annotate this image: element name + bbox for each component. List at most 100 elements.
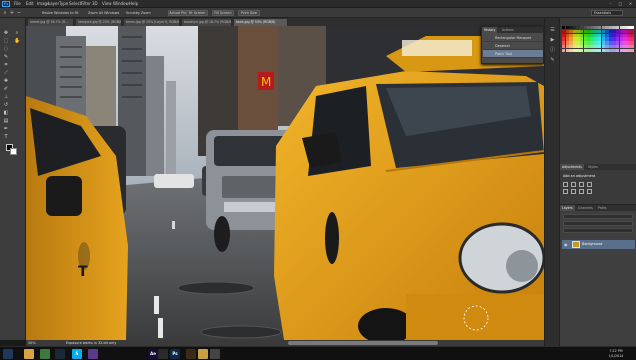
layers-panel: Layers Channels Paths ◉ Background [560, 204, 636, 346]
system-clock[interactable]: 7:22 PM 1/1/2014 [598, 349, 634, 359]
itunes-icon[interactable] [88, 349, 98, 359]
pen-tool-icon[interactable]: ✒ [3, 126, 9, 132]
maximize-button[interactable]: □ [616, 1, 625, 7]
blend-mode-select[interactable] [563, 221, 633, 226]
minimize-button[interactable]: – [606, 1, 615, 7]
vibrance-icon[interactable] [563, 189, 568, 194]
tab-brooklyn[interactable]: brooklyn.jpg @ 16.7% (RGB/8) [182, 19, 232, 26]
tab-street[interactable]: street.jpg @ 16.7% (R... [28, 19, 74, 26]
scrubby-zoom-checkbox[interactable]: Scrubby Zoom [126, 10, 151, 16]
eraser-tool-icon[interactable]: ◧ [3, 110, 9, 116]
zoom-tool-icon[interactable]: ⌕ [14, 30, 20, 36]
options-bar: ⌕ + − Resize Windows to Fit Zoom All Win… [0, 8, 636, 18]
skype-icon[interactable]: S [72, 349, 82, 359]
zoom-out-icon[interactable]: − [16, 10, 22, 16]
menu-window[interactable]: Window [113, 1, 129, 7]
print-size-button[interactable]: Print Size [238, 10, 260, 16]
toolbox: ✥ ⬚ ◌ ✎ ⌗ ⟋ ✚ ✐ ⊥ ↺ ◧ ▤ ✒ T ⌕ ✋ [0, 18, 26, 340]
tab-layers[interactable]: Layers [560, 205, 575, 211]
color-balance-icon[interactable] [579, 189, 584, 194]
history-panel-icon[interactable]: ☰ [548, 26, 557, 34]
hue-saturation-icon[interactable] [571, 189, 576, 194]
menu-view[interactable]: View [102, 1, 112, 7]
fill-screen-button[interactable]: Fill Screen [212, 10, 234, 16]
zoom-all-windows-checkbox[interactable]: Zoom All Windows [88, 10, 119, 16]
tab-taxis[interactable]: taxis.jpg @ 50% (RGB/8) [234, 19, 288, 26]
tab-adjustments[interactable]: Adjustments [560, 164, 584, 170]
menu-help[interactable]: Help [129, 1, 138, 7]
lock-options[interactable] [563, 228, 633, 233]
media-icon[interactable] [210, 349, 220, 359]
brush-tool-icon[interactable]: ✐ [3, 86, 9, 92]
menu-filter[interactable]: Filter [81, 1, 91, 7]
document-tabs: street.jpg @ 16.7% (R... newyork.jpg @ 2… [26, 18, 544, 26]
color-swatch[interactable] [630, 48, 634, 53]
after-effects-icon[interactable]: Ae [148, 349, 158, 359]
tab-times[interactable]: times.jpg @ 25% (Layer 0, RGB/8) [124, 19, 180, 26]
history-item[interactable]: Deselect [483, 42, 543, 50]
start-icon[interactable] [3, 349, 13, 359]
history-brush-tool-icon[interactable]: ↺ [3, 102, 9, 108]
gradient-tool-icon[interactable]: ▤ [3, 118, 9, 124]
horizontal-scrollbar[interactable] [288, 341, 438, 345]
crop-tool-icon[interactable]: ⌗ [3, 62, 9, 68]
history-panel-tabs: History Actions [482, 27, 543, 33]
bridge-icon[interactable] [186, 349, 196, 359]
menu-layer[interactable]: Layer [48, 1, 59, 7]
layer-row[interactable]: ◉ Background [562, 240, 635, 249]
menu-type[interactable]: Type [59, 1, 68, 7]
actions-panel-icon[interactable]: ▶ [548, 36, 557, 44]
tab-newyork[interactable]: newyork.jpg @ 25% (RGB/8) [76, 19, 122, 26]
eyedropper-tool-icon[interactable]: ⟋ [3, 70, 9, 76]
workspace-dropdown[interactable]: Essentials [591, 10, 623, 16]
close-button[interactable]: ✕ [626, 1, 635, 7]
adjustments-tabs: Adjustments Styles [560, 164, 636, 170]
resize-windows-checkbox[interactable]: Resize Windows to Fit [42, 10, 79, 16]
lasso-tool-icon[interactable]: ◌ [3, 46, 9, 52]
properties-panel-icon[interactable]: ⓘ [548, 46, 557, 54]
steam-icon[interactable] [55, 349, 65, 359]
menu-3d[interactable]: 3D [92, 1, 98, 7]
tab-paths[interactable]: Paths [596, 205, 609, 211]
history-item[interactable]: Rectangular Marquee [483, 34, 543, 42]
zoom-tool-icon[interactable]: ⌕ [2, 10, 8, 16]
background-color-swatch[interactable] [10, 148, 17, 155]
fit-screen-button[interactable]: Fit Screen [186, 10, 208, 16]
menu-file[interactable]: File [14, 1, 21, 7]
exposure-icon[interactable] [587, 182, 592, 187]
quick-select-tool-icon[interactable]: ✎ [3, 54, 9, 60]
swatches-panel[interactable] [562, 26, 635, 54]
menu-edit[interactable]: Edit [26, 1, 34, 7]
folder-icon[interactable] [198, 349, 208, 359]
brush-panel-icon[interactable]: ✎ [548, 56, 557, 64]
hand-tool-icon[interactable]: ✋ [14, 38, 20, 44]
type-tool-icon[interactable]: T [3, 134, 9, 140]
black-white-icon[interactable] [587, 189, 592, 194]
tab-styles[interactable]: Styles [586, 164, 600, 170]
history-item-selected[interactable]: Patch Tool [483, 50, 543, 58]
eye-icon[interactable]: ◉ [564, 240, 568, 249]
curves-icon[interactable] [579, 182, 584, 187]
chrome-icon[interactable] [40, 349, 50, 359]
tab-actions[interactable]: Actions [500, 27, 516, 33]
history-panel: History Actions Rectangular Marquee Dese… [481, 26, 544, 64]
brightness-icon[interactable] [563, 182, 568, 187]
dreamweaver-icon[interactable] [158, 349, 168, 359]
right-panels: Adjustments Styles Add an adjustment Lay… [559, 18, 636, 346]
tab-history[interactable]: History [482, 27, 498, 33]
layer-filter[interactable] [563, 214, 633, 219]
marquee-tool-icon[interactable]: ⬚ [3, 38, 9, 44]
move-tool-icon[interactable]: ✥ [3, 30, 9, 36]
zoom-in-icon[interactable]: + [9, 10, 15, 16]
panel-dock-strip: ☰ ▶ ⓘ ✎ [544, 18, 559, 346]
levels-icon[interactable] [571, 182, 576, 187]
svg-text:M: M [261, 75, 271, 89]
photoshop-icon[interactable]: Ps [170, 349, 180, 359]
clone-stamp-tool-icon[interactable]: ⊥ [3, 94, 9, 100]
document-canvas[interactable]: M T [26, 26, 544, 340]
healing-tool-icon[interactable]: ✚ [3, 78, 9, 84]
explorer-icon[interactable] [24, 349, 34, 359]
menu-bar: Ps File Edit Image Layer Type Select Filter 3D V… [0, 0, 636, 8]
menu-select[interactable]: Select [69, 1, 81, 7]
tab-channels[interactable]: Channels [576, 205, 595, 211]
